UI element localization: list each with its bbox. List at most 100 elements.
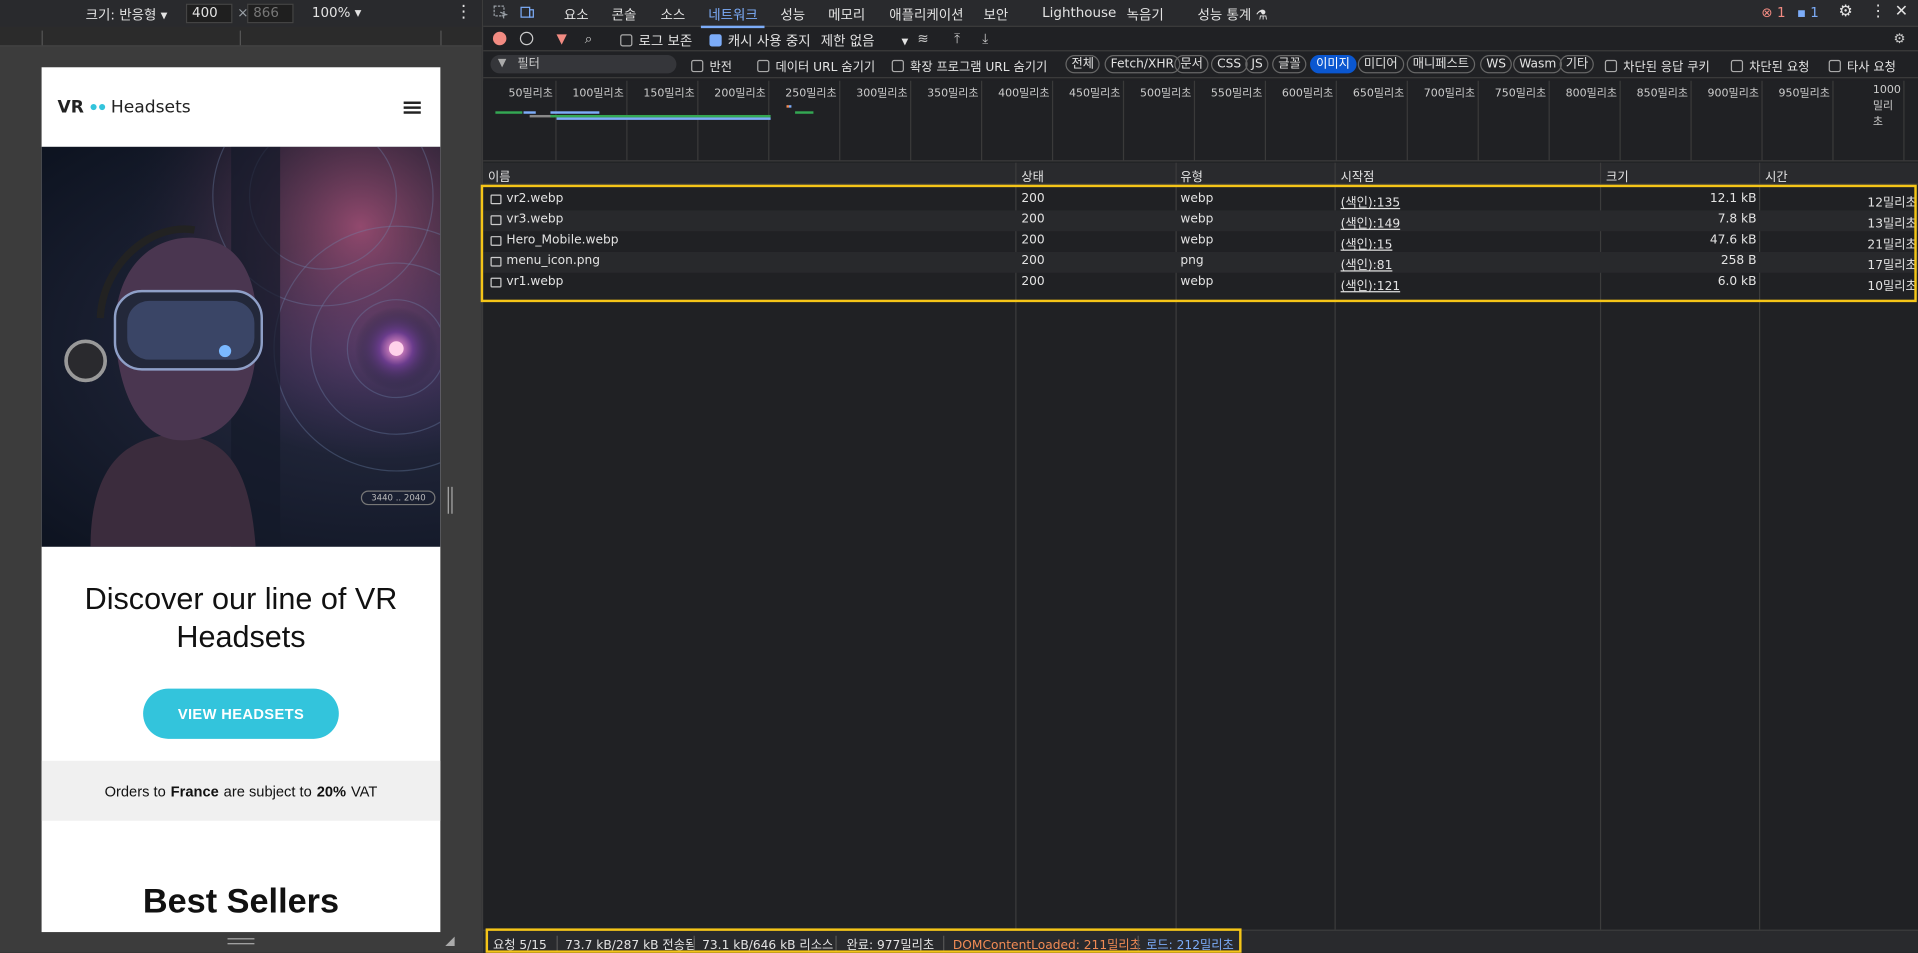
request-initiator-link[interactable]: (색인):149 (1341, 213, 1401, 231)
tab-performance[interactable]: 성능 (780, 5, 805, 25)
filter-input[interactable]: 필터 (490, 55, 677, 74)
hide-extension-urls-checkbox[interactable]: 확장 프로그램 URL 숨기기 (891, 56, 1047, 75)
error-count: 1 (1776, 4, 1786, 21)
tab-memory[interactable]: 메모리 (828, 5, 865, 25)
height-input[interactable]: 866 (247, 3, 294, 24)
error-count-badge[interactable]: ⊗ 1 (1761, 5, 1785, 21)
type-filter-other[interactable]: 기타 (1559, 55, 1595, 74)
timeline-tick-label: 950밀리초 (1778, 88, 1830, 101)
preserve-log-checkbox[interactable]: 로그 보존 (620, 31, 692, 51)
col-header-time[interactable]: 시간 (1765, 166, 1788, 184)
table-row[interactable]: Hero_Mobile.webp 200 webp (색인):15 47.6 kB 21밀… (483, 231, 1918, 252)
settings-gear-icon[interactable]: ⚙ (1838, 2, 1852, 20)
type-filter-ws[interactable]: WS (1480, 55, 1513, 74)
inspect-element-icon[interactable] (493, 5, 508, 20)
request-initiator-link[interactable]: (색인):121 (1341, 275, 1401, 293)
col-header-initiator[interactable]: 시작점 (1341, 166, 1375, 184)
tab-security[interactable]: 보안 (983, 5, 1008, 25)
status-domcontentloaded: DOMContentLoaded: 211밀리초 (952, 939, 1141, 953)
col-header-name[interactable]: 이름 (488, 166, 511, 184)
request-initiator-link[interactable]: (색인):15 (1341, 234, 1393, 252)
hide-data-urls-checkbox[interactable]: 데이터 URL 숨기기 (757, 56, 876, 75)
timeline-gridline (981, 80, 983, 162)
type-filter-wasm[interactable]: Wasm (1513, 55, 1563, 74)
tab-sources[interactable]: 소스 (661, 5, 686, 25)
page-title: Discover our line of VR Headsets (84, 582, 398, 655)
timeline-tick-label: 650밀리초 (1352, 88, 1405, 101)
more-options-icon[interactable]: ⋮ (455, 2, 472, 22)
timeline-request-bar (788, 105, 792, 108)
tab-network[interactable]: 네트워크 (700, 5, 766, 29)
table-row[interactable]: menu_icon.png 200 png (색인):81 258 B 17밀리초 (483, 251, 1918, 273)
dimensions-dropdown[interactable]: 크기: 반응형 ▾ (86, 5, 168, 25)
request-size: 47.6 kB (1709, 233, 1757, 248)
type-filter-js[interactable]: JS (1245, 55, 1269, 74)
request-type: webp (1180, 192, 1214, 206)
request-initiator-link[interactable]: (색인):135 (1341, 192, 1401, 210)
width-input[interactable]: 400 (185, 3, 233, 24)
blocked-requests-checkbox[interactable]: 차단된 요청 (1730, 56, 1809, 75)
hamburger-menu-icon[interactable] (403, 100, 421, 114)
tab-lighthouse[interactable]: Lighthouse (1042, 5, 1116, 21)
tab-recorder[interactable]: 녹음기 (1127, 5, 1164, 25)
request-name: Hero_Mobile.webp (506, 233, 619, 248)
network-conditions-icon[interactable]: ≋ (917, 31, 928, 47)
media-query-ruler (0, 26, 482, 47)
timeline-tick-label: 700밀리초 (1423, 88, 1476, 101)
vat-notice: Orders to France are subject to 20% VAT (41, 760, 441, 821)
resize-handle-bottom[interactable] (227, 938, 255, 945)
zoom-dropdown[interactable]: 100% ▾ (312, 5, 362, 21)
col-header-type[interactable]: 유형 (1180, 166, 1203, 184)
table-row[interactable]: vr2.webp 200 webp (색인):135 12.1 kB 12밀리초 (483, 190, 1918, 210)
type-filter-manifest[interactable]: 매니페스트 (1406, 55, 1476, 74)
tab-console[interactable]: 콘솔 (612, 5, 637, 25)
close-devtools-icon[interactable]: ✕ (1895, 2, 1908, 20)
disable-cache-checkbox[interactable]: 캐시 사용 중지 (709, 31, 811, 51)
device-toolbar-icon[interactable] (520, 5, 535, 20)
type-filter-css[interactable]: CSS (1210, 55, 1248, 74)
throttling-select[interactable]: 제한 없음 ▾ (821, 31, 908, 51)
tab-performance-insights[interactable]: 성능 통계 ⚗ (1198, 5, 1268, 25)
col-header-status[interactable]: 상태 (1021, 166, 1044, 184)
type-filter-doc[interactable]: 문서 (1174, 55, 1210, 74)
timeline-request-bar (550, 111, 600, 114)
resize-handle-right[interactable] (447, 486, 453, 514)
type-filter-fetch-xhr[interactable]: Fetch/XHR (1104, 55, 1181, 74)
export-har-icon[interactable]: ⤓ (982, 31, 988, 48)
request-size: 258 B (1720, 254, 1757, 268)
request-status: 200 (1021, 212, 1045, 227)
invert-checkbox[interactable]: 반전 (691, 56, 732, 75)
table-row[interactable]: vr3.webp 200 webp (색인):149 7.8 kB 13밀리초 (483, 210, 1918, 232)
filter-funnel-icon[interactable]: ▼ (557, 31, 567, 47)
vat-text-prefix: Orders to (104, 782, 166, 800)
preserve-log-label: 로그 보존 (638, 33, 693, 49)
record-stop-icon[interactable] (492, 31, 507, 46)
type-filter-img[interactable]: 이미지 (1310, 55, 1357, 74)
clear-log-icon[interactable] (519, 31, 534, 46)
network-overview-timeline[interactable]: 50밀리초 100밀리초 150밀리초 200밀리초 250밀리초 300밀리초 350밀리… (483, 80, 1918, 162)
type-filter-font[interactable]: 글꼴 (1272, 55, 1307, 74)
timeline-gridline (1335, 80, 1337, 162)
site-logo[interactable]: VR Headsets (57, 97, 190, 117)
blocked-cookies-label: 차단된 응답 쿠키 (1623, 61, 1710, 75)
third-party-checkbox[interactable]: 타사 요청 (1828, 56, 1896, 75)
request-type: webp (1180, 233, 1214, 248)
hide-data-urls-label: 데이터 URL 숨기기 (775, 61, 876, 75)
col-header-size[interactable]: 크기 (1606, 166, 1629, 184)
chevron-down-icon: ▾ (901, 33, 909, 49)
blocked-cookies-checkbox[interactable]: 차단된 응답 쿠키 (1604, 56, 1710, 75)
type-filter-all[interactable]: 전체 (1065, 55, 1101, 74)
view-headsets-button[interactable]: VIEW HEADSETS (143, 688, 339, 739)
import-har-icon[interactable]: ⤒ (954, 31, 960, 48)
table-row[interactable]: vr1.webp 200 webp (색인):121 6.0 kB 10밀리초 (483, 273, 1918, 294)
tab-application[interactable]: 애플리케이션 (889, 5, 963, 25)
type-filter-media[interactable]: 미디어 (1357, 55, 1404, 74)
message-count-badge[interactable]: ▪ 1 (1797, 5, 1819, 21)
network-settings-gear-icon[interactable]: ⚙ (1894, 31, 1906, 47)
resolution-label: 3440 .. 2040 (361, 490, 436, 506)
devtools-menu-icon[interactable]: ⋮ (1870, 2, 1886, 20)
search-icon[interactable]: ⌕ (585, 31, 593, 48)
tab-elements[interactable]: 요소 (564, 5, 589, 25)
resize-corner-icon[interactable]: ◢ (445, 935, 454, 948)
request-initiator-link[interactable]: (색인):81 (1341, 254, 1393, 272)
